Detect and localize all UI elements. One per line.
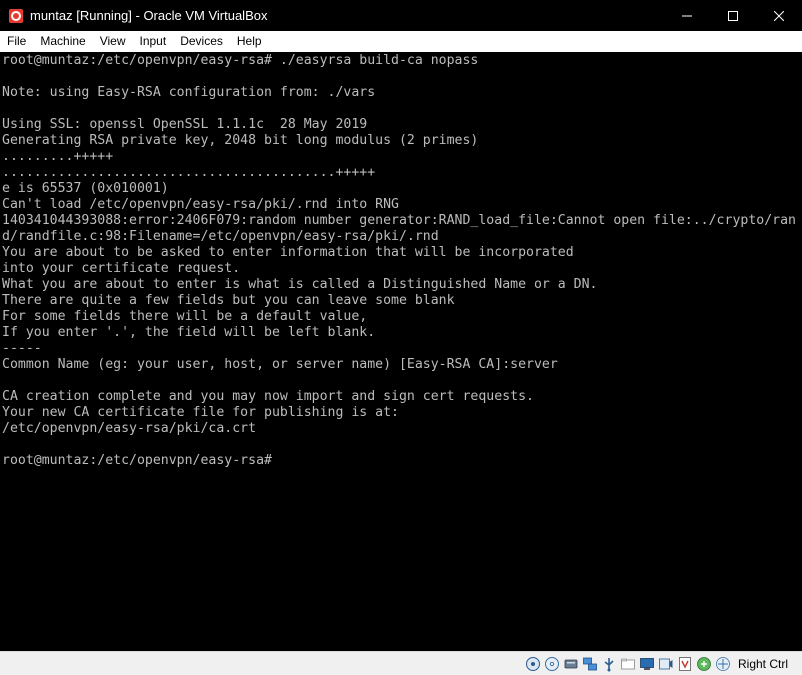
hard-disk-icon[interactable] (525, 656, 541, 672)
menu-file[interactable]: File (0, 31, 33, 52)
virtualization-icon[interactable] (677, 656, 693, 672)
console-line: What you are about to enter is what is c… (2, 277, 598, 292)
video-capture-icon[interactable] (658, 656, 674, 672)
console-line: You are about to be asked to enter infor… (2, 245, 574, 260)
optical-drive-icon[interactable] (544, 656, 560, 672)
mouse-integration-icon[interactable] (696, 656, 712, 672)
console-line: d/randfile.c:98:Filename=/etc/openvpn/ea… (2, 229, 439, 244)
vm-console[interactable]: root@muntaz:/etc/openvpn/easy-rsa# ./eas… (0, 52, 802, 651)
audio-icon[interactable] (563, 656, 579, 672)
minimize-button[interactable] (664, 0, 710, 31)
console-line: root@muntaz:/etc/openvpn/easy-rsa# ./eas… (2, 53, 479, 68)
console-line: Generating RSA private key, 2048 bit lon… (2, 133, 479, 148)
console-line: e is 65537 (0x010001) (2, 181, 169, 196)
console-line: Common Name (eg: your user, host, or ser… (2, 357, 558, 372)
maximize-icon (728, 10, 738, 21)
console-line: into your certificate request. (2, 261, 241, 276)
title-bar: muntaz [Running] - Oracle VM VirtualBox (0, 0, 802, 31)
console-line: There are quite a few fields but you can… (2, 293, 455, 308)
console-line: /etc/openvpn/easy-rsa/pki/ca.crt (2, 421, 257, 436)
menu-bar: File Machine View Input Devices Help (0, 31, 802, 53)
usb-icon[interactable] (601, 656, 617, 672)
shared-folders-icon[interactable] (620, 656, 636, 672)
console-prompt: root@muntaz:/etc/openvpn/easy-rsa# (2, 453, 272, 468)
console-line: .........+++++ (2, 149, 114, 164)
console-line: For some fields there will be a default … (2, 309, 368, 324)
network-icon[interactable] (582, 656, 598, 672)
console-line: Your new CA certificate file for publish… (2, 405, 399, 420)
status-bar: Right Ctrl (0, 651, 802, 675)
menu-devices[interactable]: Devices (173, 31, 230, 52)
maximize-button[interactable] (710, 0, 756, 31)
menu-help[interactable]: Help (230, 31, 269, 52)
virtualbox-icon (9, 8, 23, 23)
minimize-icon (682, 15, 692, 16)
console-line: 140341044393088:error:2406F079:random nu… (2, 213, 796, 228)
console-line: Note: using Easy-RSA configuration from:… (2, 85, 376, 100)
console-line: ........................................… (2, 165, 376, 180)
menu-view[interactable]: View (93, 31, 133, 52)
host-key-label: Right Ctrl (737, 656, 788, 671)
console-line: CA creation complete and you may now imp… (2, 389, 534, 404)
close-button[interactable] (756, 0, 802, 31)
close-icon (774, 10, 784, 21)
console-line: ----- (2, 341, 42, 356)
window-title: muntaz [Running] - Oracle VM VirtualBox (30, 8, 268, 23)
window-controls (664, 0, 802, 31)
console-line: Can't load /etc/openvpn/easy-rsa/pki/.rn… (2, 197, 399, 212)
menu-machine[interactable]: Machine (33, 31, 92, 52)
menu-input[interactable]: Input (133, 31, 174, 52)
keyboard-icon[interactable] (715, 656, 731, 672)
console-line: Using SSL: openssl OpenSSL 1.1.1c 28 May… (2, 117, 368, 132)
display-icon[interactable] (639, 656, 655, 672)
console-line: If you enter '.', the field will be left… (2, 325, 376, 340)
